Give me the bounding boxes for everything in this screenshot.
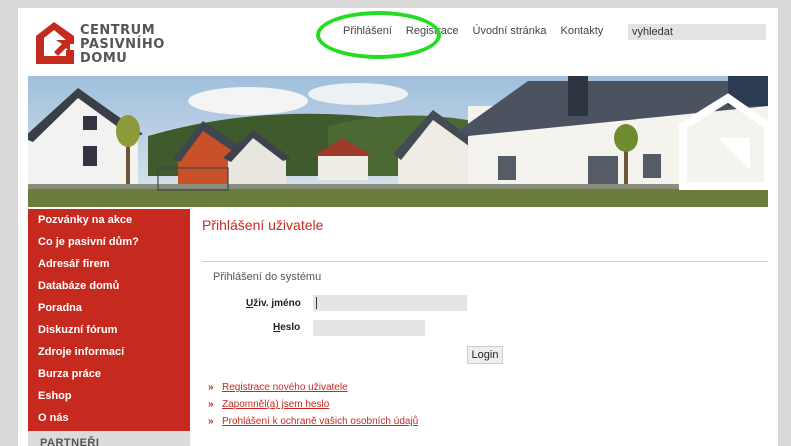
sidebar-item-about[interactable]: O nás	[28, 407, 190, 429]
nav-contacts[interactable]: Kontakty	[560, 25, 603, 37]
banner-image	[28, 76, 768, 207]
privacy-link[interactable]: Prohlášení k ochraně vašich osobních úda…	[222, 416, 418, 427]
register-link[interactable]: Registrace nového uživatele	[222, 382, 348, 393]
sidebar-item-what-is-passive-house[interactable]: Co je pasivní dům?	[28, 231, 190, 253]
sidebar-item-forum[interactable]: Diskuzní fórum	[28, 319, 190, 341]
house-logo-icon	[36, 22, 74, 64]
sidebar-item-sources[interactable]: Zdroje informací	[28, 341, 190, 363]
list-item: » Prohlášení k ochraně vašich osobních úd…	[208, 416, 418, 433]
list-item: » Registrace nového uživatele	[208, 382, 418, 399]
arrow-icon: »	[208, 399, 214, 410]
forgot-password-link[interactable]: Zapomněl(a) jsem heslo	[222, 399, 329, 410]
sidebar-item-eshop[interactable]: Eshop	[28, 385, 190, 407]
password-input[interactable]	[313, 320, 425, 336]
username-input[interactable]	[313, 295, 467, 311]
sidebar-item-house-database[interactable]: Databáze domů	[28, 275, 190, 297]
page-title: Přihlášení uživatele	[202, 217, 324, 233]
sidebar-item-company-directory[interactable]: Adresář firem	[28, 253, 190, 275]
site-logo[interactable]: CENTRUM PASIVNÍHO DOMU	[36, 22, 176, 72]
arrow-icon: »	[208, 416, 214, 427]
arrow-icon: »	[208, 382, 214, 393]
sidebar-item-jobs[interactable]: Burza práce	[28, 363, 190, 385]
login-button[interactable]: Login	[467, 346, 503, 364]
section-title: Přihlášení do systému	[213, 271, 322, 283]
password-label: Heslo	[273, 322, 301, 333]
highlight-ellipse	[316, 11, 441, 59]
page: CENTRUM PASIVNÍHO DOMU Přihlášení Regist…	[18, 8, 778, 446]
username-label: Uživ. jméno	[246, 298, 301, 309]
nav-home[interactable]: Úvodní stránka	[473, 25, 547, 37]
list-item: » Zapomněl(a) jsem heslo	[208, 399, 418, 416]
account-links: » Registrace nového uživatele » Zapomněl(a…	[208, 382, 418, 433]
partners-heading: PARTNEŘI	[28, 431, 190, 446]
sidebar-item-events[interactable]: Pozvánky na akce	[28, 209, 190, 231]
search-input[interactable]	[628, 24, 766, 40]
logo-text: CENTRUM PASIVNÍHO DOMU	[80, 23, 165, 66]
divider	[202, 261, 768, 262]
sidebar-menu: Pozvánky na akce Co je pasivní dům? Adre…	[28, 209, 190, 446]
sidebar-item-advice[interactable]: Poradna	[28, 297, 190, 319]
